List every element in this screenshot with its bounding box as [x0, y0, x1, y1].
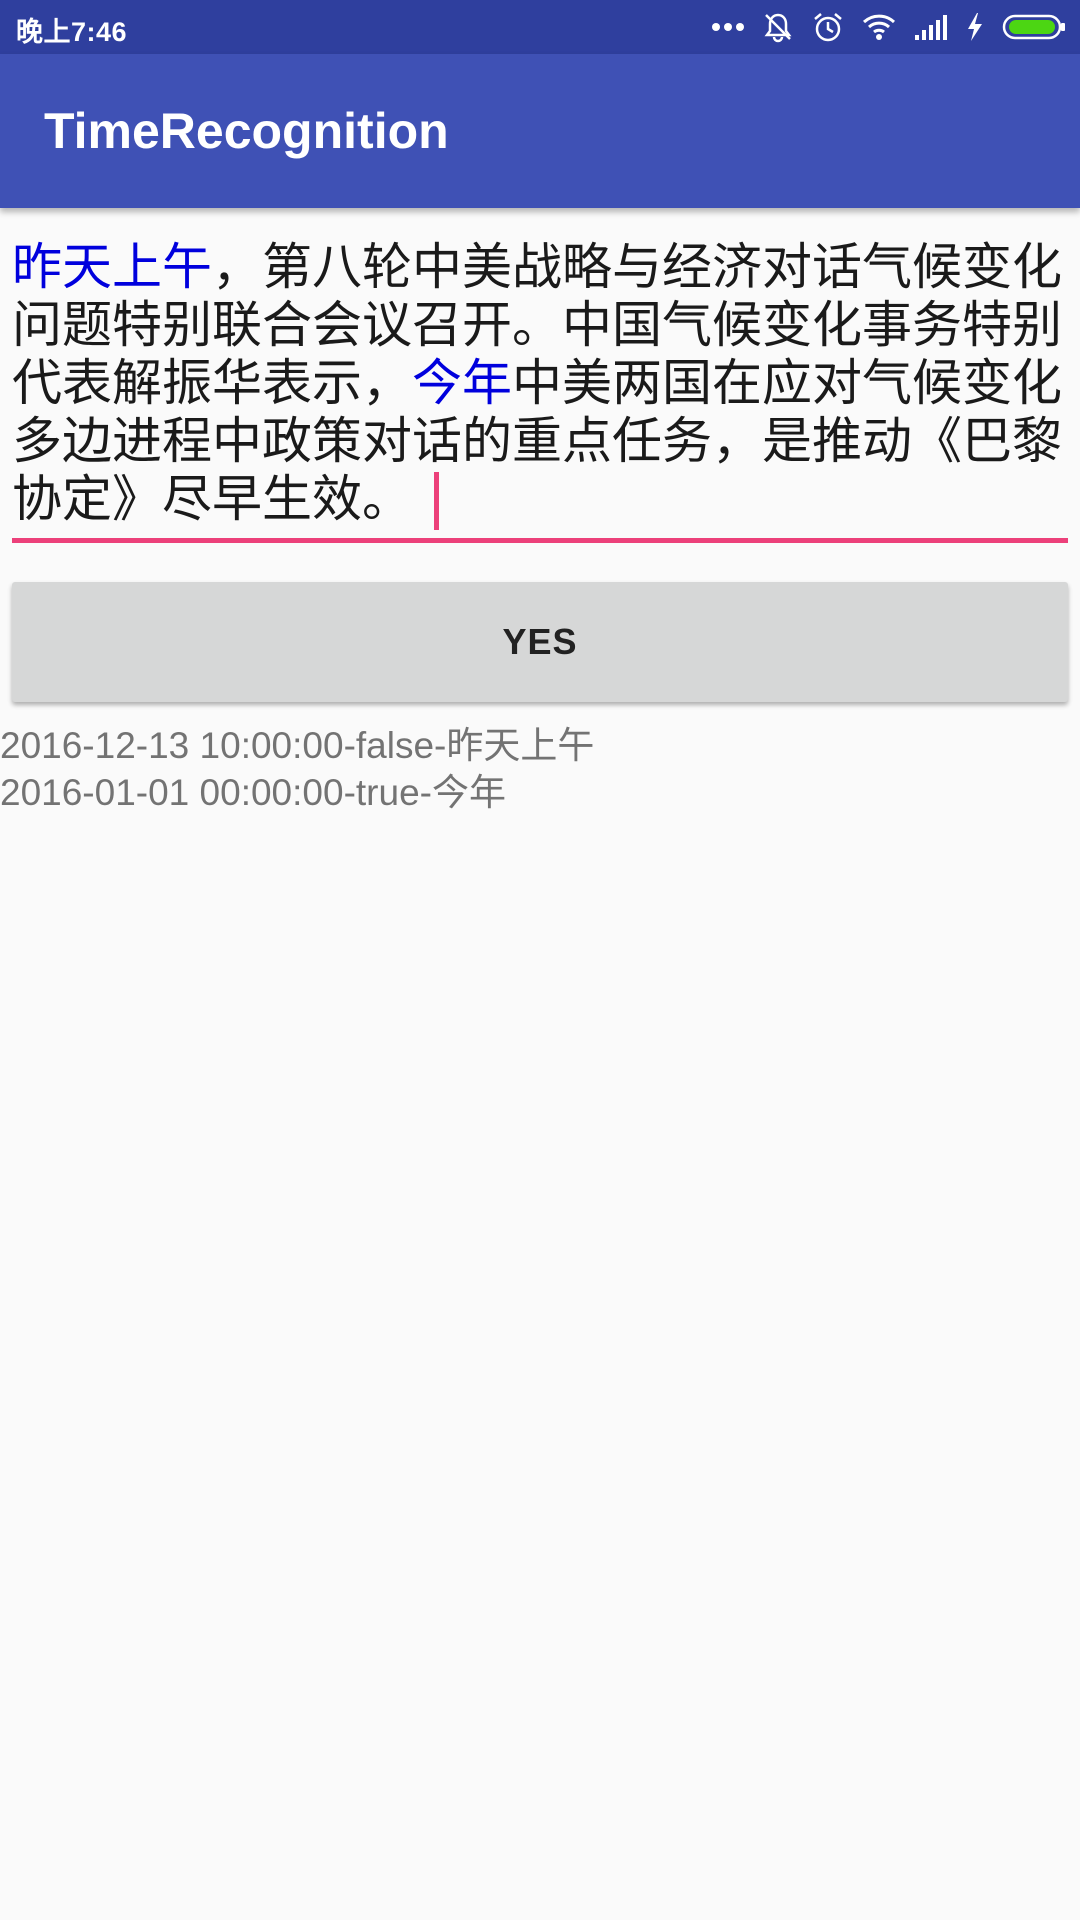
- battery-icon: [1002, 13, 1068, 41]
- text-cursor: [434, 472, 439, 530]
- status-icons: [712, 8, 1068, 46]
- charging-icon: [966, 12, 984, 42]
- status-bar: 晚上7:46: [0, 0, 1080, 54]
- alarm-icon: [812, 11, 844, 43]
- status-time: 晚上7:46: [16, 17, 128, 47]
- mute-bell-icon: [762, 11, 794, 43]
- app-bar: TimeRecognition: [0, 54, 1080, 208]
- input-underline: [12, 538, 1068, 543]
- time-expression-highlight: 今年: [412, 354, 512, 412]
- results-list: 2016-12-13 10:00:00-false-昨天上午 2016-01-0…: [0, 722, 594, 816]
- time-expression-highlight: 昨天上午: [12, 238, 212, 296]
- result-line: 2016-01-01 00:00:00-true-今年: [0, 772, 506, 813]
- more-dots-icon: [712, 22, 744, 32]
- yes-button[interactable]: YES: [12, 582, 1068, 702]
- app-title: TimeRecognition: [44, 103, 449, 159]
- signal-icon: [914, 13, 948, 41]
- wifi-icon: [862, 13, 896, 41]
- text-input[interactable]: 昨天上午，第八轮中美战略与经济对话气候变化问题特别联合会议召开。中国气候变化事务…: [12, 238, 1068, 530]
- result-line: 2016-12-13 10:00:00-false-昨天上午: [0, 725, 595, 766]
